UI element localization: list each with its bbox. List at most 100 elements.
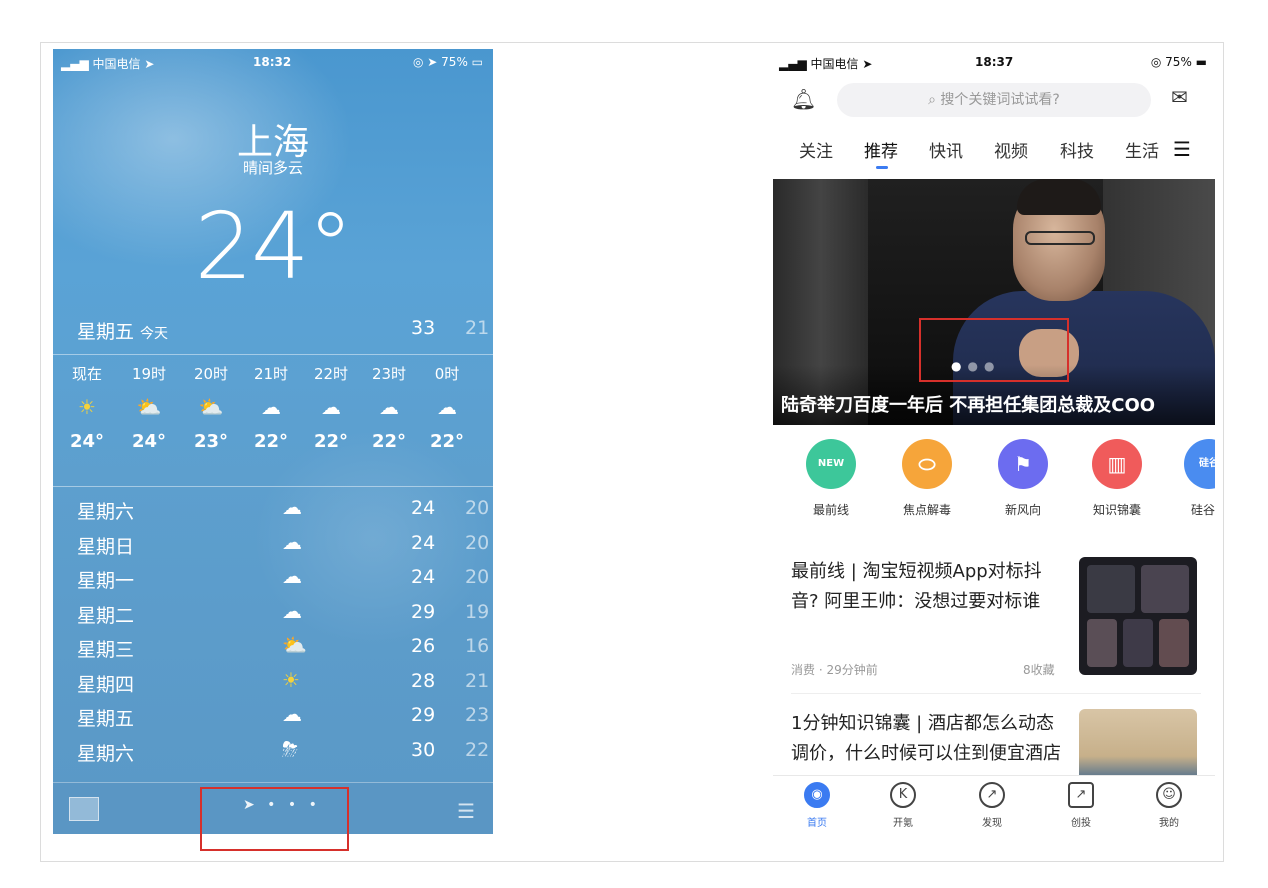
weather-channel-icon[interactable] — [69, 797, 99, 821]
hour-temp: 22° — [371, 431, 407, 452]
status-time: 18:32 — [253, 55, 292, 69]
day-low: 23 — [465, 704, 490, 726]
shortcut-item[interactable]: ▥ 知识锦囊 — [1077, 439, 1157, 518]
hour-label: 22时 — [313, 365, 349, 383]
bell-icon[interactable]: 🔔︎ — [791, 87, 816, 111]
news-app-screen: ▂▄▆ 中国电信 ➤ 18:37 ◎ 75% ▬ 🔔︎ ⌕ 搜个关键词试试看? … — [773, 49, 1215, 835]
shortcut-item[interactable]: ⚑ 新风向 — [983, 439, 1063, 518]
thunder-cloud-icon: ⛈ — [282, 736, 298, 761]
tab-video[interactable]: 视频 — [994, 137, 1028, 162]
tab-home[interactable]: ◉ 首页 — [787, 782, 847, 829]
today-tag: 今天 — [140, 326, 169, 342]
cloud-icon: ☁ — [282, 564, 302, 588]
tab-follow[interactable]: 关注 — [799, 137, 833, 162]
bottom-tab-bar: ◉ 首页 K 开氪 ↗ 发现 ↗ 创投 ☺ 我的 — [773, 775, 1215, 835]
day-low: 19 — [465, 600, 490, 623]
tab-recommend[interactable]: 推荐 — [864, 137, 898, 162]
divider — [791, 693, 1201, 694]
rain-cloud-icon: ☁ — [282, 529, 302, 554]
hour-label: 19时 — [131, 365, 167, 383]
hour-label: 21时 — [253, 365, 289, 383]
daily-row: 星期四 ☀ 28 21 — [77, 666, 489, 701]
rain-cloud-icon: ☁ — [282, 598, 302, 623]
hour-label: 现在 — [71, 365, 102, 383]
gift-icon[interactable]: ✉ — [1171, 85, 1188, 109]
hourly-item: 现在 ☀ 24° — [57, 361, 117, 471]
cloud-icon: ☁ — [321, 395, 341, 419]
headline-banner[interactable]: ●●● 陆奇举刀百度一年后 不再担任集团总裁及COO — [773, 179, 1215, 425]
hour-temp: 22° — [253, 431, 289, 452]
hourly-item: 23时 ☁ 22° — [359, 361, 419, 471]
current-temperature: 24° — [194, 193, 353, 300]
status-time: 18:37 — [975, 55, 1014, 69]
menu-icon[interactable]: ☰ — [1173, 137, 1191, 161]
day-name: 星期三 — [77, 639, 135, 661]
tab-life[interactable]: 生活 — [1125, 137, 1159, 162]
thumb-tile — [1087, 619, 1117, 667]
highlight-box-page-dots — [200, 787, 349, 851]
carrier-signal: ▂▄▆ 中国电信 ➤ — [779, 57, 873, 71]
thumb-tile — [1159, 619, 1189, 667]
tab-profile[interactable]: ☺ 我的 — [1139, 782, 1199, 829]
day-low: 16 — [465, 635, 490, 657]
hourly-item: 22时 ☁ 22° — [301, 361, 361, 471]
partly-sunny-icon: ⛅ — [282, 633, 307, 657]
sun-icon: ☀ — [78, 395, 96, 419]
today-day: 星期五 今天 — [77, 317, 168, 344]
today-summary: 星期五 今天 33 21 — [77, 317, 489, 347]
status-bar: ▂▄▆ 中国电信 ➤ 18:32 ◎ ➤ 75% ▭ — [53, 53, 493, 73]
article-title: 最前线 | 淘宝短视频App对标抖音? 阿里王帅：没想过要对标谁 — [791, 561, 1042, 612]
shortcut-label: 硅谷工 — [1190, 503, 1215, 517]
tab-flash[interactable]: 快讯 — [929, 137, 963, 162]
weather-app-screen: ▂▄▆ 中国电信 ➤ 18:32 ◎ ➤ 75% ▭ 上海 晴间多云 24° 星… — [53, 49, 493, 834]
hour-temp: 22° — [313, 431, 349, 452]
hourly-item: 19时 ⛅ 24° — [119, 361, 179, 471]
shortcut-label: 最前线 — [812, 503, 849, 517]
daily-row: 星期一 ☁ 24 20 — [77, 562, 489, 597]
tab-kr[interactable]: K 开氪 — [873, 782, 933, 829]
thumb-tile — [1123, 619, 1153, 667]
search-input[interactable]: ⌕ 搜个关键词试试看? — [837, 83, 1151, 117]
shortcut-item[interactable]: 硅谷 硅谷工 — [1169, 439, 1215, 518]
shortcut-item[interactable]: NEW 最前线 — [791, 439, 871, 518]
day-name: 星期二 — [77, 604, 135, 627]
today-high: 33 — [411, 317, 436, 339]
day-low: 20 — [465, 497, 490, 519]
daily-forecast[interactable]: 星期六 ☁ 24 20 星期日 ☁ 24 20 星期一 ☁ 24 20 星期二 … — [77, 493, 489, 769]
thumb-tile — [1087, 565, 1135, 613]
tab-label: 创投 — [1071, 818, 1091, 829]
hour-temp: 22° — [429, 431, 465, 452]
hour-temp: 24° — [131, 431, 167, 452]
hourly-forecast[interactable]: 现在 ☀ 24° 19时 ⛅ 24° 20时 ⛅ 23° 21时 ☁ 22° 2… — [53, 361, 493, 481]
tab-invest[interactable]: ↗ 创投 — [1051, 782, 1111, 829]
flag-icon: ⚑ — [998, 439, 1048, 489]
daily-row: 星期三 ⛅ 26 16 — [77, 631, 489, 666]
carrier-signal: ▂▄▆ 中国电信 ➤ — [61, 57, 155, 71]
shortcut-item[interactable]: ⬭ 焦点解毒 — [887, 439, 967, 518]
person-hair — [1017, 179, 1101, 215]
silicon-valley-icon: 硅谷 — [1184, 439, 1215, 489]
day-high: 26 — [411, 635, 436, 657]
divider — [53, 354, 493, 355]
shortcut-label: 知识锦囊 — [1092, 503, 1141, 517]
banner-caption: 陆奇举刀百度一年后 不再担任集团总裁及COO — [781, 395, 1156, 416]
day-high: 30 — [411, 738, 436, 761]
tab-label: 发现 — [982, 818, 1002, 829]
article-title: 1分钟知识锦囊 | 酒店都怎么动态调价，什么时候可以住到便宜酒店 — [791, 713, 1061, 764]
kr-icon: K — [890, 782, 916, 808]
hourly-item: 20时 ⛅ 23° — [181, 361, 241, 471]
tab-discover[interactable]: ↗ 发现 — [962, 782, 1022, 829]
day-name: 星期日 — [77, 535, 135, 558]
hour-label: 0时 — [434, 365, 460, 383]
city-list-icon[interactable]: ☰ — [457, 799, 475, 823]
daily-row: 星期五 ☁ 29 23 — [77, 700, 489, 735]
rain-cloud-icon: ☁ — [282, 495, 302, 519]
partly-cloudy-icon: ⛅ — [136, 395, 162, 419]
cloud-icon: ☁ — [282, 702, 302, 726]
hour-temp: 24° — [69, 431, 105, 452]
tab-label: 首页 — [807, 818, 827, 829]
partly-cloudy-icon: ⛅ — [198, 395, 224, 419]
shortcut-label: 焦点解毒 — [902, 503, 951, 517]
tab-tech[interactable]: 科技 — [1060, 137, 1094, 162]
day-name: 星期六 — [77, 501, 135, 523]
